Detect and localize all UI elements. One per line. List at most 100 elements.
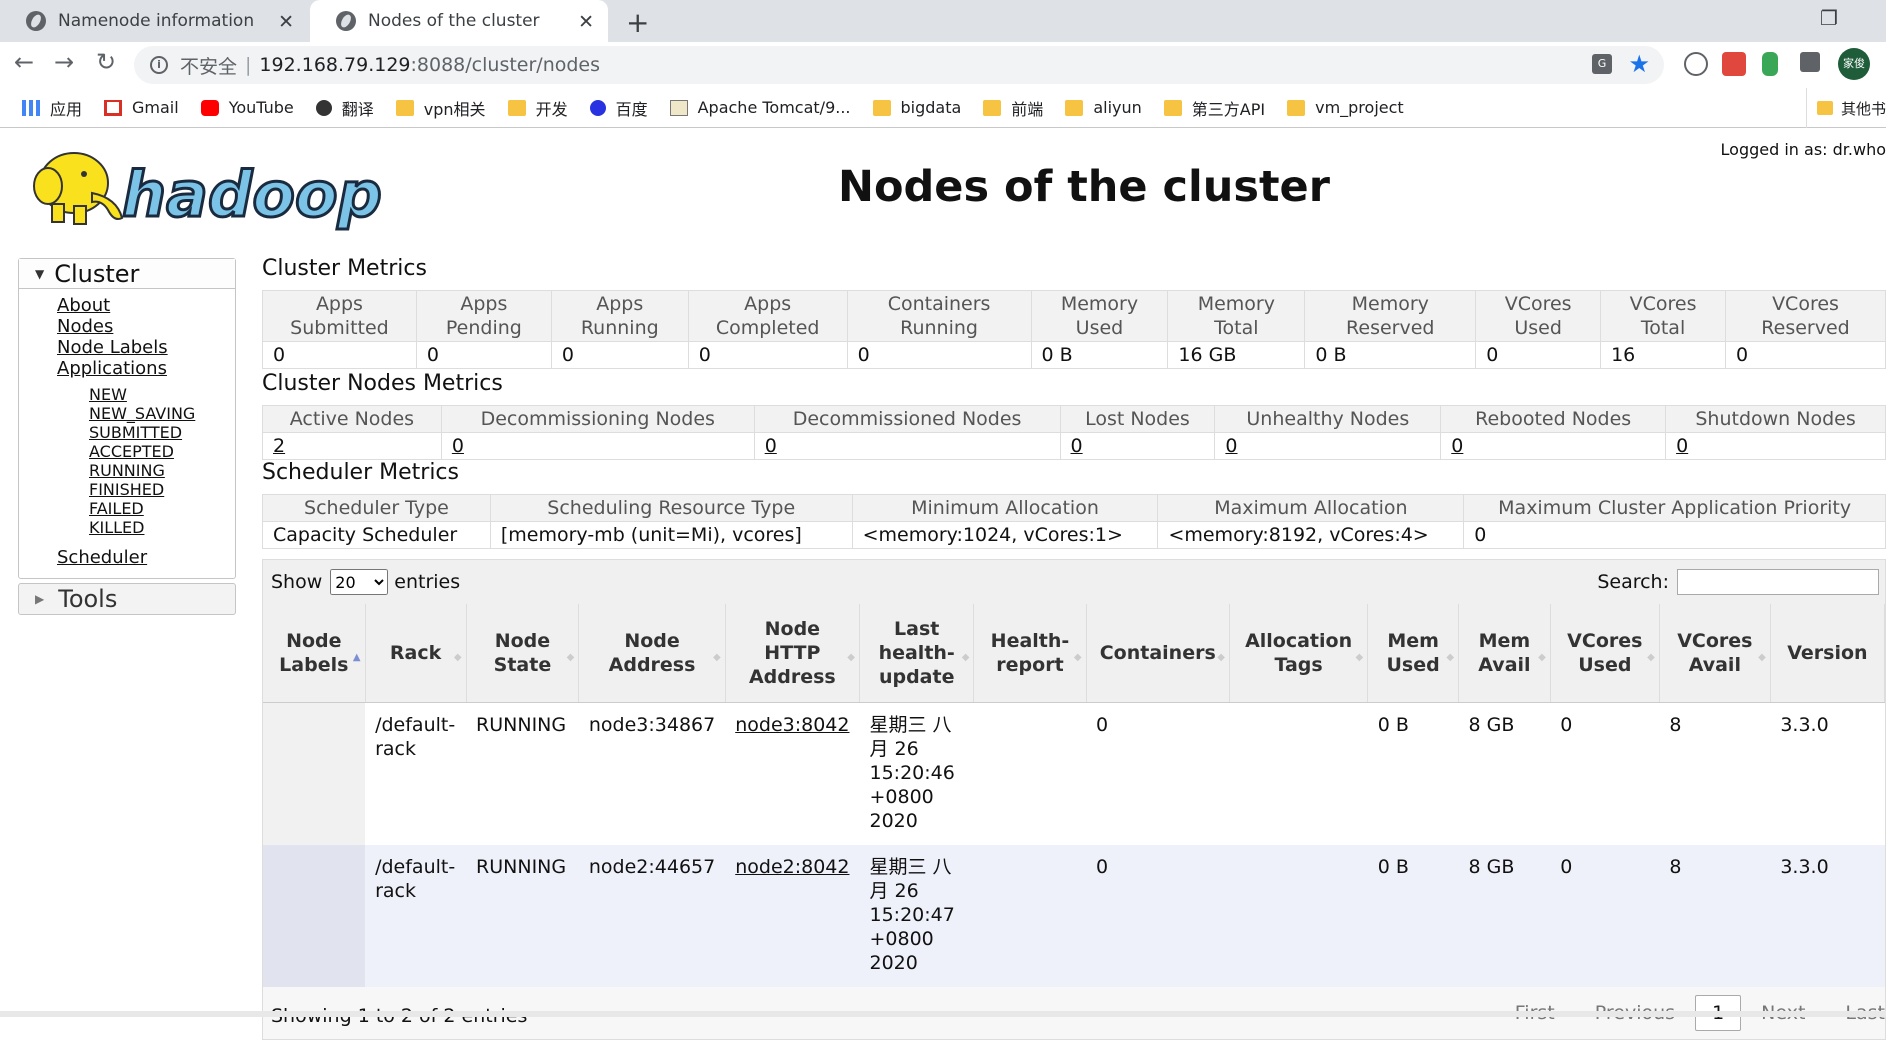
col-allocation-tags[interactable]: Allocation Tags ◆ (1229, 604, 1369, 703)
scheduler-metrics-row: Capacity Scheduler [memory-mb (unit=Mi),… (262, 521, 1886, 549)
col-memory-total: Memory Total (1167, 290, 1306, 342)
link-scheduler[interactable]: Scheduler (57, 547, 235, 568)
back-icon[interactable]: ← (14, 48, 34, 76)
node-http-link[interactable]: node3:8042 (735, 714, 849, 736)
horizontal-scrollbar[interactable] (0, 1011, 1886, 1017)
col-containers-running: Containers Running (846, 290, 1032, 342)
link-running[interactable]: RUNNING (89, 461, 235, 480)
lost-nodes-link[interactable]: 0 (1071, 435, 1083, 457)
info-icon[interactable]: i (150, 56, 168, 74)
cell-last-health-update: 星期三 八月 26 15:20:46 +0800 2020 (859, 702, 974, 845)
bookmark-tomcat[interactable]: Apache Tomcat/9... (669, 98, 851, 117)
link-new-saving[interactable]: NEW_SAVING (89, 404, 235, 423)
col-rebooted-nodes: Rebooted Nodes (1440, 405, 1667, 433)
link-applications[interactable]: Applications (57, 358, 235, 379)
col-active-nodes: Active Nodes (262, 405, 442, 433)
cell-mem-used: 0 B (1367, 844, 1459, 987)
bookmark-gmail[interactable]: Gmail (104, 98, 179, 117)
search-input[interactable] (1677, 569, 1879, 595)
cluster-accordion-header[interactable]: ▼ Cluster (19, 259, 235, 289)
bookmark-vpn[interactable]: vpn相关 (395, 96, 486, 120)
puzzle-icon[interactable] (1800, 52, 1820, 72)
bookmark-translate[interactable]: 翻译 (315, 96, 374, 120)
reload-icon[interactable]: ↻ (96, 48, 116, 76)
close-icon[interactable]: ✕ (278, 11, 294, 33)
rebooted-nodes-link[interactable]: 0 (1451, 435, 1463, 457)
cell-allocation-tags (1229, 844, 1368, 987)
link-finished[interactable]: FINISHED (89, 480, 235, 499)
extension-red-icon[interactable] (1722, 52, 1746, 76)
col-health-report[interactable]: Health-report ◆ (973, 604, 1087, 703)
link-nodes[interactable]: Nodes (57, 316, 235, 337)
forward-icon[interactable]: → (54, 48, 74, 76)
col-containers[interactable]: Containers ◆ (1086, 604, 1230, 703)
node-http-link[interactable]: node2:8042 (735, 856, 849, 878)
bookmark-label: 开发 (535, 99, 568, 119)
bookmark-aliyun[interactable]: aliyun (1065, 98, 1142, 117)
col-apps-completed: Apps Completed (687, 290, 848, 342)
metric-value: 0 (550, 341, 689, 369)
link-about[interactable]: About (57, 295, 235, 316)
bookmark-vm-project[interactable]: vm_project (1287, 98, 1404, 117)
col-vcores-avail[interactable]: VCores Avail ◆ (1659, 604, 1771, 703)
restore-window-icon[interactable]: ❐ (1820, 6, 1838, 30)
link-node-labels[interactable]: Node Labels (57, 337, 235, 358)
col-last-health-update[interactable]: Last health-update ◆ (859, 604, 975, 703)
extension-green-icon[interactable] (1762, 52, 1778, 76)
page-size-select[interactable]: 20 (330, 569, 389, 595)
bookmark-star-icon[interactable]: ★ (1628, 50, 1650, 78)
logged-in-label: Logged in as: dr.who (1720, 140, 1886, 159)
page: hadoop Logged in as: dr.who Nodes of the… (0, 128, 1886, 1040)
bookmark-baidu[interactable]: 百度 (589, 96, 648, 120)
avatar[interactable]: 家俊 (1838, 48, 1870, 80)
col-node-address[interactable]: Node Address ◆ (578, 604, 726, 703)
bookmark-label: bigdata (900, 98, 962, 117)
app-state-links: NEW NEW_SAVING SUBMITTED ACCEPTED RUNNIN… (57, 385, 235, 537)
cell-vcores-used: 0 (1550, 702, 1660, 845)
cell-node-address: node2:44657 (578, 844, 726, 987)
bookmark-dev[interactable]: 开发 (507, 96, 568, 120)
folder-icon (1287, 99, 1306, 116)
col-vcores-used[interactable]: VCores Used ◆ (1550, 604, 1660, 703)
tools-accordion-header[interactable]: ▶ Tools (18, 583, 236, 615)
metric-value: 0 B (1304, 341, 1477, 369)
new-tab-icon[interactable]: + (626, 6, 649, 39)
shutdown-nodes-link[interactable]: 0 (1676, 435, 1688, 457)
decommissioning-nodes-link[interactable]: 0 (452, 435, 464, 457)
cell-last-health-update: 星期三 八月 26 15:20:47 +0800 2020 (859, 844, 974, 987)
extension-circle-icon[interactable] (1684, 52, 1708, 76)
tab-nodes[interactable]: Nodes of the cluster ✕ (310, 0, 608, 42)
link-new[interactable]: NEW (89, 385, 235, 404)
metric-cell: 0 (1440, 432, 1667, 460)
metric-value: 0 (687, 341, 848, 369)
bookmark-bigdata[interactable]: bigdata (872, 98, 962, 117)
bookmark-frontend[interactable]: 前端 (983, 96, 1043, 120)
col-mem-used[interactable]: Mem Used ◆ (1367, 604, 1460, 703)
col-version[interactable]: Version (1770, 604, 1886, 703)
address-bar[interactable]: i 不安全 | 192.168.79.129:8088/cluster/node… (134, 46, 1664, 84)
link-accepted[interactable]: ACCEPTED (89, 442, 235, 461)
active-nodes-link[interactable]: 2 (273, 435, 285, 457)
col-node-labels[interactable]: Node Labels ▲ (263, 604, 366, 703)
tab-namenode[interactable]: Namenode information ✕ (0, 0, 308, 42)
bookmark-label: vpn相关 (423, 99, 486, 119)
unhealthy-nodes-link[interactable]: 0 (1225, 435, 1237, 457)
toolbar: ← → ↻ i 不安全 | 192.168.79.129:8088/cluste… (0, 42, 1886, 88)
nodes-metrics-header: Active Nodes Decommissioning Nodes Decom… (262, 405, 1886, 433)
link-submitted[interactable]: SUBMITTED (89, 423, 235, 442)
hadoop-logo: hadoop (33, 152, 383, 233)
col-mem-avail[interactable]: Mem Avail ◆ (1458, 604, 1551, 703)
close-icon[interactable]: ✕ (578, 11, 594, 33)
translate-icon[interactable]: G (1592, 54, 1612, 74)
sort-icon: ◆ (1647, 652, 1655, 663)
col-node-http-address[interactable]: Node HTTP Address ◆ (725, 604, 860, 703)
bookmark-apps[interactable]: 应用 (22, 96, 82, 120)
link-killed[interactable]: KILLED (89, 518, 235, 537)
decommissioned-nodes-link[interactable]: 0 (765, 435, 777, 457)
bookmark-other[interactable]: 其他书 (1805, 88, 1886, 128)
bookmark-youtube[interactable]: YouTube (200, 98, 294, 117)
col-node-state[interactable]: Node State ◆ (466, 604, 580, 703)
link-failed[interactable]: FAILED (89, 499, 235, 518)
col-rack[interactable]: Rack ◆ (365, 604, 467, 703)
bookmark-third-api[interactable]: 第三方API (1163, 96, 1265, 120)
